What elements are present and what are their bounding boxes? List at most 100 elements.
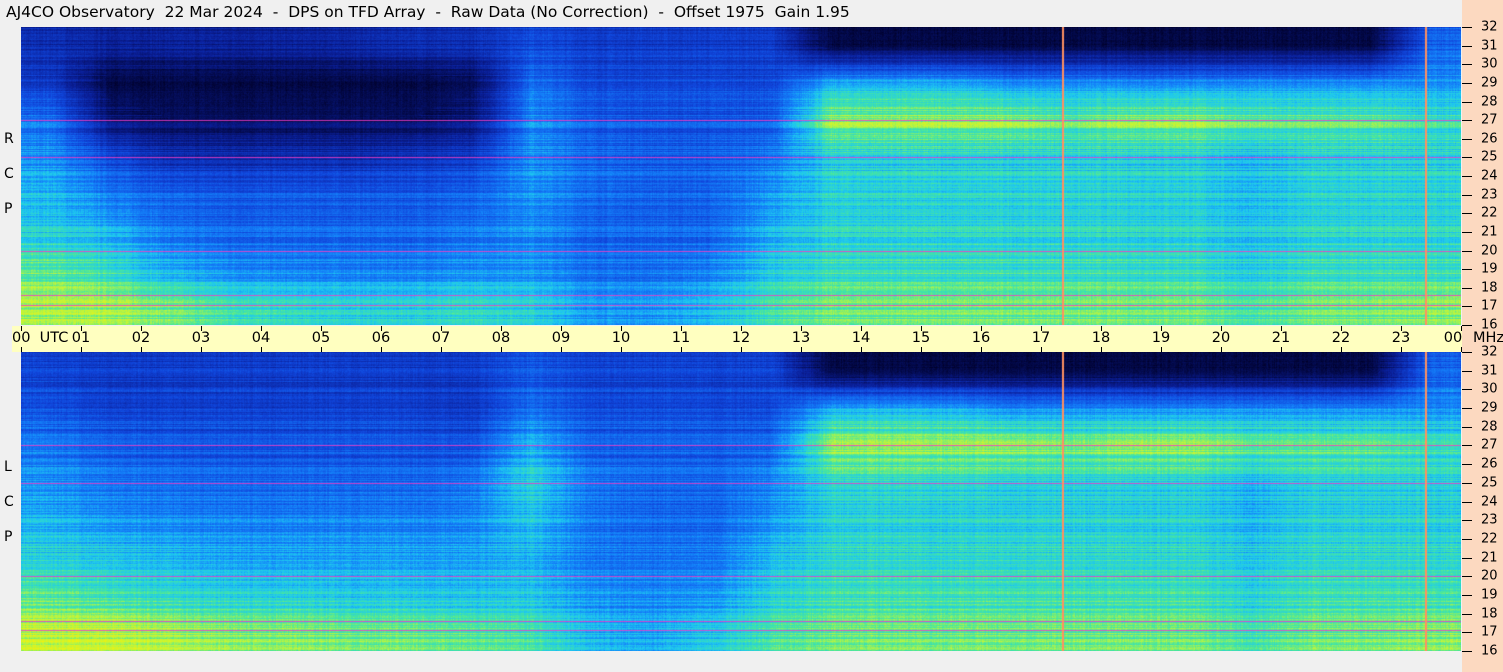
y-tick-label: 16	[1481, 317, 1498, 333]
x-tick-mark	[681, 326, 682, 331]
y-tick-label: 28	[1481, 94, 1498, 109]
y-tick-mark	[1462, 269, 1472, 271]
x-tick-mark	[1101, 347, 1102, 352]
x-tick-mark	[141, 326, 142, 331]
x-tick-label: 16	[971, 330, 991, 346]
x-tick-mark	[921, 347, 922, 352]
x-tick-label: 01	[71, 330, 91, 346]
x-tick-mark	[741, 326, 742, 331]
y-tick-mark	[1462, 520, 1472, 522]
lcp-spectrogram	[21, 352, 1461, 651]
x-tick-label: 11	[671, 330, 691, 346]
y-tick-mark	[1462, 64, 1472, 66]
x-tick-mark	[801, 347, 802, 352]
y-tick-label: 17	[1481, 298, 1498, 314]
x-tick-mark	[1221, 326, 1222, 331]
y-tick-label: 32	[1481, 344, 1498, 360]
x-tick-label: 23	[1391, 330, 1411, 346]
y-tick-mark	[1462, 389, 1472, 391]
x-tick-label: 03	[191, 330, 211, 346]
y-tick-label: 31	[1481, 38, 1498, 54]
x-tick-mark	[621, 347, 622, 352]
y-tick-mark	[1462, 352, 1472, 353]
y-tick-mark	[1462, 176, 1472, 177]
x-tick-mark	[381, 347, 382, 352]
x-tick-label: 18	[1091, 330, 1111, 346]
y-tick-label: 25	[1481, 149, 1498, 165]
y-tick-label: 30	[1481, 381, 1498, 397]
x-tick-mark	[321, 347, 322, 352]
x-tick-label: 10	[611, 330, 631, 346]
x-tick-mark	[1401, 347, 1402, 352]
x-tick-mark	[801, 326, 802, 331]
x-tick-mark	[1281, 347, 1282, 352]
x-tick-label: 17	[1031, 330, 1051, 346]
y-tick-label: 30	[1481, 56, 1498, 72]
y-tick-label: 18	[1481, 280, 1498, 296]
y-tick-label: 21	[1481, 550, 1498, 566]
y-tick-label: 26	[1481, 131, 1498, 147]
y-tick-mark	[1462, 464, 1472, 466]
x-tick-mark	[201, 347, 202, 352]
y-tick-label: 32	[1481, 19, 1498, 35]
y-tick-label: 22	[1481, 205, 1498, 221]
rcp-label-p: P	[4, 201, 13, 217]
lcp-label-c: C	[4, 494, 14, 510]
rcp-label-r: R	[4, 131, 14, 147]
y-tick-mark	[1462, 445, 1472, 447]
x-tick-mark	[321, 326, 322, 331]
y-tick-mark	[1462, 576, 1472, 578]
x-tick-mark	[1341, 347, 1342, 352]
x-tick-mark	[441, 326, 442, 331]
x-tick-mark	[861, 326, 862, 331]
y-tick-label: 28	[1481, 419, 1498, 435]
rcp-label-c: C	[4, 166, 14, 182]
y-tick-mark	[1462, 325, 1472, 326]
y-tick-label: 17	[1481, 624, 1498, 640]
y-tick-label: 27	[1481, 112, 1498, 128]
x-tick-mark	[261, 326, 262, 331]
y-tick-mark	[1462, 370, 1472, 372]
y-tick-mark	[1462, 157, 1472, 159]
x-tick-mark	[441, 347, 442, 352]
y-tick-label: 19	[1481, 587, 1498, 603]
x-tick-label: 12	[731, 330, 751, 346]
lcp-label-l: L	[4, 459, 12, 475]
y-tick-mark	[1462, 594, 1472, 596]
x-tick-mark	[501, 347, 502, 352]
y-tick-mark	[1462, 632, 1472, 634]
x-tick-mark	[1401, 326, 1402, 331]
y-tick-label: 24	[1481, 168, 1498, 184]
utc-time-axis: 00 UTC 01 02 03 04 05 06 07 08 09 10 11 12 13 14 15 16 17…	[12, 326, 1462, 352]
y-tick-label: 21	[1481, 224, 1498, 240]
y-tick-label: 18	[1481, 606, 1498, 622]
x-tick-mark	[1281, 326, 1282, 331]
x-tick-label: 02	[131, 330, 151, 346]
y-tick-mark	[1462, 194, 1472, 196]
x-tick-mark	[681, 347, 682, 352]
x-tick-mark	[1161, 326, 1162, 331]
x-tick-mark	[1101, 326, 1102, 331]
y-tick-mark	[1462, 82, 1472, 84]
y-tick-mark	[1462, 250, 1472, 252]
x-tick-mark	[201, 326, 202, 331]
x-tick-mark	[741, 347, 742, 352]
x-tick-mark	[1221, 347, 1222, 352]
x-tick-label: 20	[1211, 330, 1231, 346]
y-tick-mark	[1462, 613, 1472, 615]
y-tick-label: 23	[1481, 187, 1498, 203]
chart-title: AJ4CO Observatory 22 Mar 2024 - DPS on T…	[6, 3, 850, 21]
x-tick-label: 22	[1331, 330, 1351, 346]
x-tick-label: 13	[791, 330, 811, 346]
x-tick-label: 07	[431, 330, 451, 346]
x-tick-mark	[561, 347, 562, 352]
y-tick-label: 19	[1481, 261, 1498, 277]
x-tick-label: 05	[311, 330, 331, 346]
x-tick-label: 00 UTC	[12, 330, 69, 346]
x-tick-mark	[981, 326, 982, 331]
lcp-label-p: P	[4, 529, 13, 545]
y-tick-mark	[1462, 651, 1472, 652]
x-tick-mark	[1341, 326, 1342, 331]
rcp-spectrogram	[21, 27, 1461, 325]
y-tick-mark	[1462, 482, 1472, 484]
